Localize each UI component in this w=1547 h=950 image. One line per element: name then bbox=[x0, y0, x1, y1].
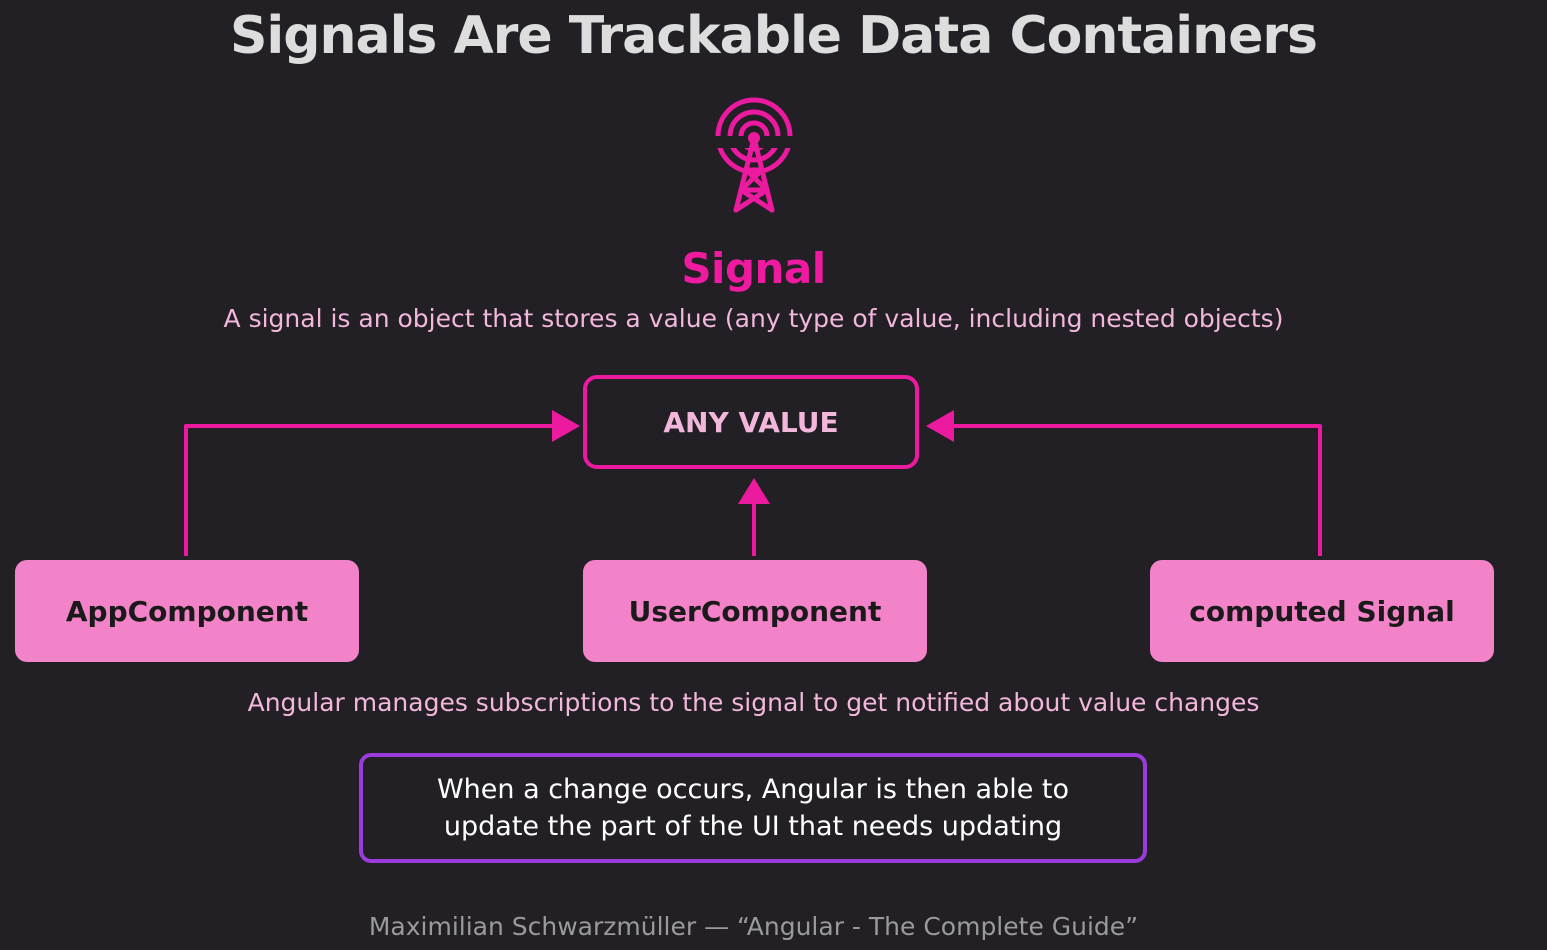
left-connector bbox=[184, 424, 558, 556]
right-arrowhead bbox=[926, 410, 954, 442]
app-component-box: AppComponent bbox=[15, 560, 359, 662]
change-note-box: When a change occurs, Angular is then ab… bbox=[359, 753, 1147, 863]
computed-signal-label: computed Signal bbox=[1189, 594, 1455, 628]
middle-arrowhead bbox=[738, 478, 770, 504]
app-component-label: AppComponent bbox=[65, 594, 309, 628]
right-connector bbox=[952, 424, 1322, 556]
any-value-box: ANY VALUE bbox=[583, 375, 919, 469]
user-component-label: UserComponent bbox=[628, 594, 882, 628]
note-line-1: When a change occurs, Angular is then ab… bbox=[436, 774, 1070, 805]
any-value-label: ANY VALUE bbox=[663, 405, 839, 439]
note-line-2: update the part of the UI that needs upd… bbox=[443, 811, 1063, 842]
left-arrowhead bbox=[552, 410, 580, 442]
user-component-box: UserComponent bbox=[583, 560, 927, 662]
footer-credit: Maximilian Schwarzmüller — “Angular - Th… bbox=[368, 912, 1139, 941]
computed-signal-box: computed Signal bbox=[1150, 560, 1494, 662]
subscription-text: Angular manages subscriptions to the sig… bbox=[247, 688, 1260, 717]
